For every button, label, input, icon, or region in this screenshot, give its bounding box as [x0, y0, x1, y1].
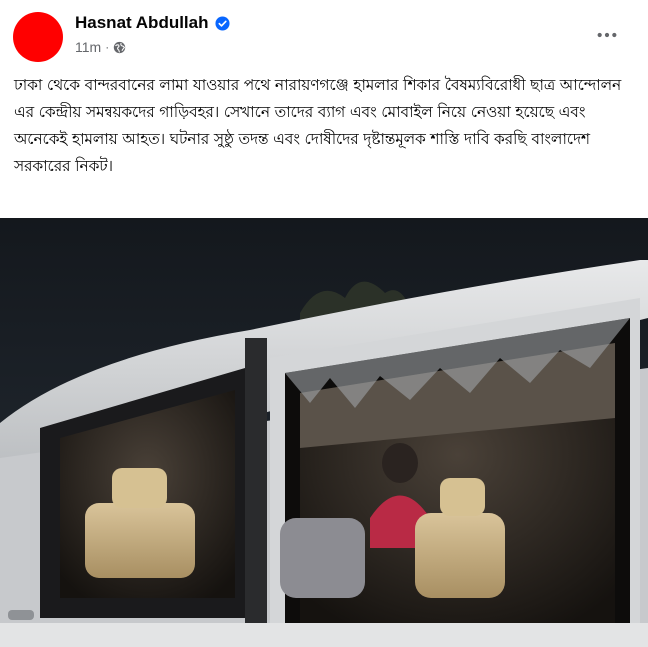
meta-separator: ·	[105, 40, 110, 54]
avatar[interactable]	[13, 12, 63, 62]
more-options-button[interactable]	[592, 20, 622, 50]
author-row: Hasnat Abdullah	[75, 13, 230, 33]
globe-icon[interactable]	[113, 41, 126, 54]
more-options-icon	[597, 32, 617, 38]
post-header: Hasnat Abdullah 11m ·	[0, 0, 648, 68]
post-timestamp[interactable]: 11m	[75, 39, 101, 55]
post-photo[interactable]	[0, 218, 648, 647]
post-text: ঢাকা থেকে বান্দরবানের লামা যাওয়ার পথে ন…	[14, 76, 622, 175]
post-meta: 11m ·	[75, 39, 126, 55]
author-name[interactable]: Hasnat Abdullah	[75, 13, 209, 33]
verified-badge-icon	[214, 15, 230, 31]
van-photo-illustration	[0, 218, 648, 647]
